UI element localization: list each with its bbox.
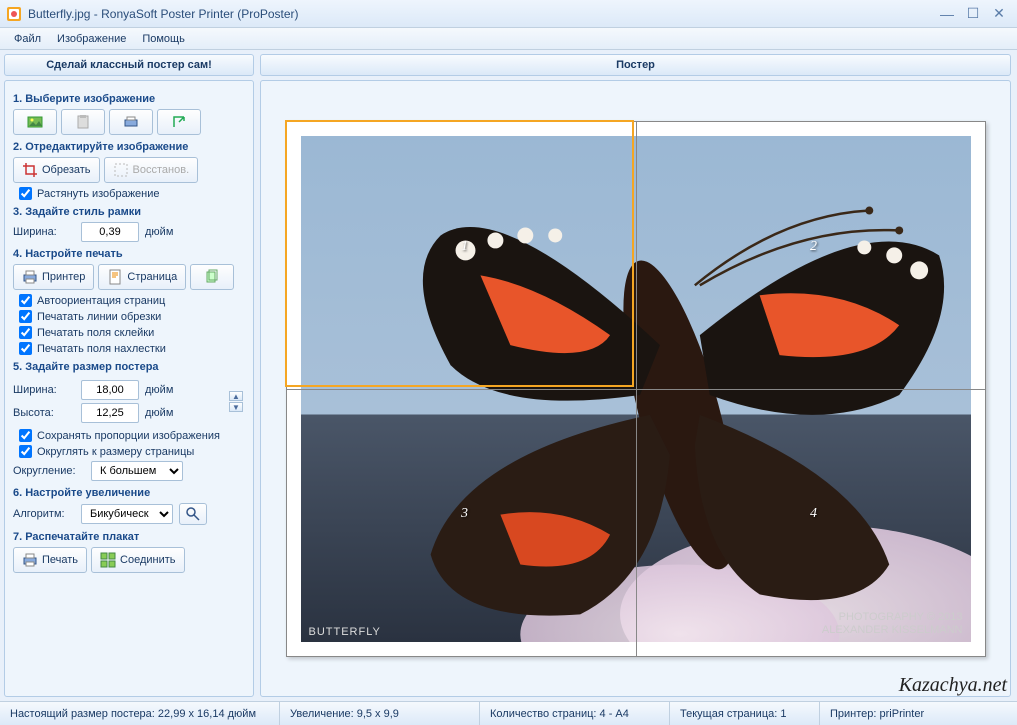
print-glue-checkbox[interactable]: Печатать поля склейки	[19, 326, 245, 339]
image-caption: BUTTERFLY	[309, 626, 381, 638]
menu-image[interactable]: Изображение	[49, 31, 134, 47]
rounding-label: Округление:	[13, 465, 85, 477]
section-7-title: 7. Распечатайте плакат	[13, 531, 245, 543]
restore-button[interactable]: Восстанов.	[104, 157, 199, 183]
page-number-2: 2	[810, 239, 817, 255]
status-page-count: Количество страниц: 4 - A4	[480, 702, 670, 725]
page-number-1: 1	[461, 239, 468, 255]
app-icon	[6, 6, 22, 22]
sidebar-header: Сделай классный постер сам!	[4, 54, 254, 76]
rounding-select[interactable]: К большем	[91, 461, 183, 481]
algorithm-label: Алгоритм:	[13, 508, 75, 520]
join-button[interactable]: Соединить	[91, 547, 185, 573]
poster-width-label: Ширина:	[13, 384, 75, 396]
page-icon	[107, 269, 123, 285]
page-number-3: 3	[461, 506, 468, 522]
acquire-button[interactable]	[157, 109, 201, 135]
close-button[interactable]: ✕	[987, 5, 1011, 23]
status-printer: Принтер: priPrinter	[820, 702, 1017, 725]
join-icon	[100, 552, 116, 568]
titlebar: Butterfly.jpg - RonyaSoft Poster Printer…	[0, 0, 1017, 28]
image-icon	[27, 114, 43, 130]
restore-icon	[113, 162, 129, 178]
scan-button[interactable]	[109, 109, 153, 135]
menu-file[interactable]: Файл	[6, 31, 49, 47]
open-image-button[interactable]	[13, 109, 57, 135]
paste-button[interactable]	[61, 109, 105, 135]
statusbar: Настоящий размер постера: 22,99 x 16,14 …	[0, 701, 1017, 725]
print-cut-checkbox[interactable]: Печатать линии обрезки	[19, 310, 245, 323]
keep-ratio-checkbox[interactable]: Сохранять пропорции изображения	[19, 429, 245, 442]
frame-width-label: Ширина:	[13, 226, 75, 238]
preview-area: Постер	[258, 50, 1017, 701]
copy-settings-button[interactable]	[190, 264, 234, 290]
frame-width-input[interactable]	[81, 222, 139, 242]
size-spinner[interactable]: ▲▼	[229, 382, 245, 422]
print-overlap-checkbox[interactable]: Печатать поля нахлестки	[19, 342, 245, 355]
scanner-icon	[123, 114, 139, 130]
preview-header: Постер	[260, 54, 1011, 76]
menubar: Файл Изображение Помощь	[0, 28, 1017, 50]
poster-preview[interactable]: 1 2 3 4 BUTTERFLY PHOTOGRAPHY © 2013ALEX…	[286, 121, 986, 657]
maximize-button[interactable]: ☐	[961, 5, 985, 23]
image-credit: PHOTOGRAPHY © 2013ALEXANDER KISSELMANN	[822, 611, 963, 637]
poster-height-input[interactable]	[81, 403, 139, 423]
crop-button[interactable]: Обрезать	[13, 157, 100, 183]
magnifier-icon	[185, 506, 201, 522]
section-6-title: 6. Настройте увеличение	[13, 487, 245, 499]
crop-icon	[22, 162, 38, 178]
printer-icon	[22, 269, 38, 285]
minimize-button[interactable]: —	[935, 5, 959, 23]
section-3-title: 3. Задайте стиль рамки	[13, 206, 245, 218]
printer-icon	[22, 552, 38, 568]
menu-help[interactable]: Помощь	[134, 31, 193, 47]
page-button[interactable]: Страница	[98, 264, 186, 290]
section-2-title: 2. Отредактируйте изображение	[13, 141, 245, 153]
arrow-out-icon	[171, 114, 187, 130]
spinner-up-icon[interactable]: ▲	[229, 391, 243, 401]
page-number-4: 4	[810, 506, 817, 522]
sidebar: Сделай классный постер сам! 1. Выберите …	[0, 50, 258, 701]
section-5-title: 5. Задайте размер постера	[13, 361, 245, 373]
section-1-title: 1. Выберите изображение	[13, 93, 245, 105]
preview-zoom-button[interactable]	[179, 503, 207, 525]
status-zoom: Увеличение: 9,5 x 9,9	[280, 702, 480, 725]
status-current-page: Текущая страница: 1	[670, 702, 820, 725]
algorithm-select[interactable]: Бикубическ	[81, 504, 173, 524]
poster-width-input[interactable]	[81, 380, 139, 400]
copy-icon	[204, 269, 220, 285]
spinner-down-icon[interactable]: ▼	[229, 402, 243, 412]
round-page-checkbox[interactable]: Округлять к размеру страницы	[19, 445, 245, 458]
status-real-size: Настоящий размер постера: 22,99 x 16,14 …	[0, 702, 280, 725]
window-title: Butterfly.jpg - RonyaSoft Poster Printer…	[28, 7, 933, 21]
printer-button[interactable]: Принтер	[13, 264, 94, 290]
stretch-checkbox[interactable]: Растянуть изображение	[19, 187, 245, 200]
section-4-title: 4. Настройте печать	[13, 248, 245, 260]
clipboard-icon	[75, 114, 91, 130]
grid-horizontal	[287, 389, 985, 390]
print-button[interactable]: Печать	[13, 547, 87, 573]
auto-orient-checkbox[interactable]: Автоориентация страниц	[19, 294, 245, 307]
poster-height-label: Высота:	[13, 407, 75, 419]
